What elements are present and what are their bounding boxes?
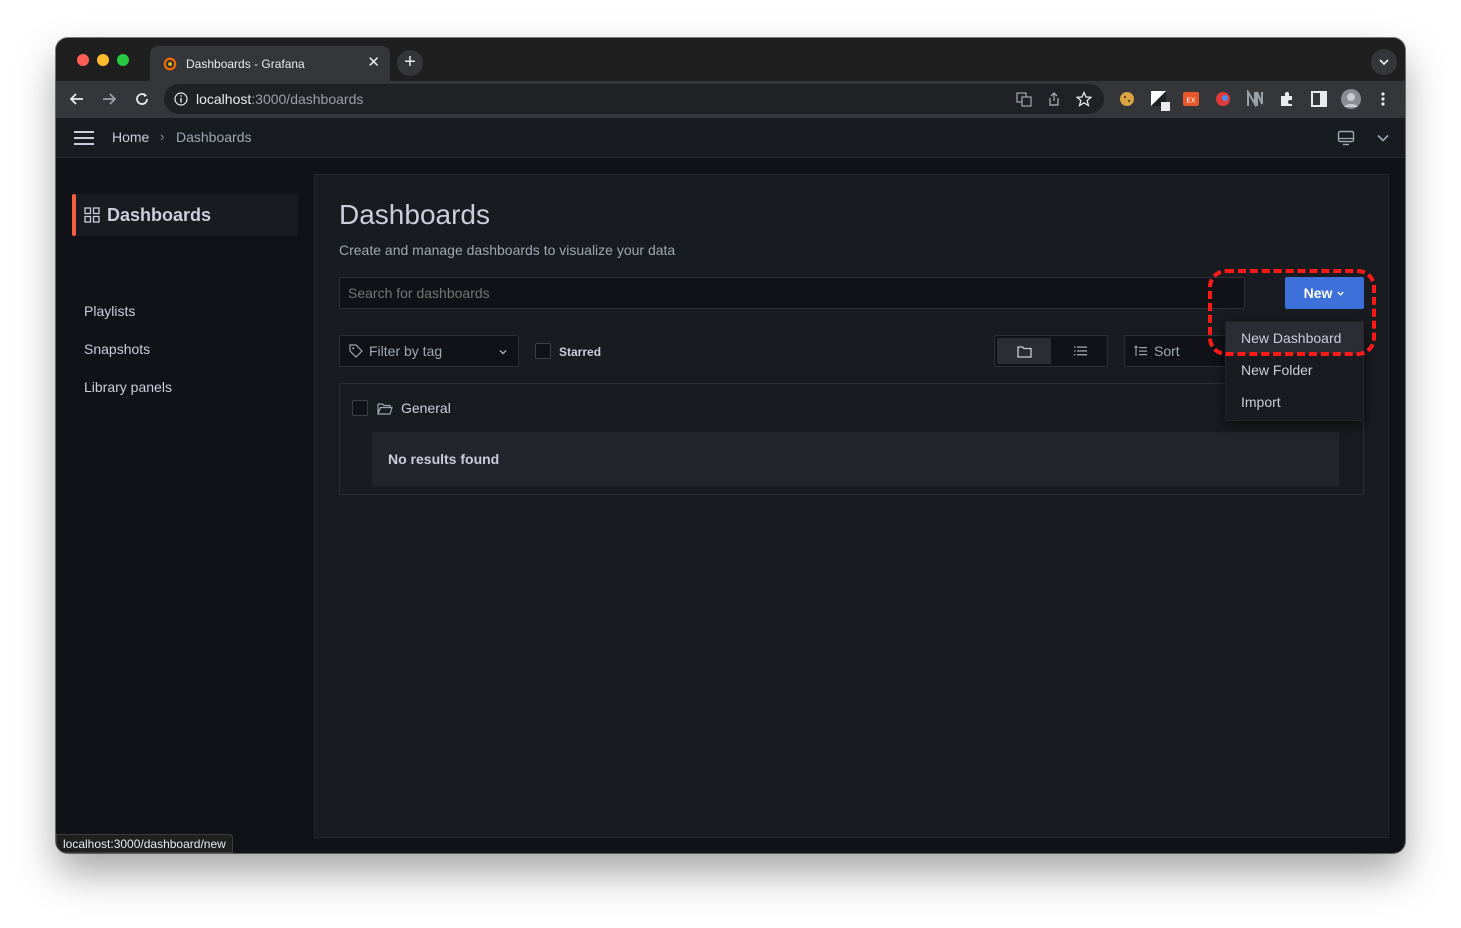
maximize-window-button[interactable] [117,54,129,66]
search-results: General No results found [339,383,1364,495]
sidebar-item-dashboards[interactable]: Dashboards [72,194,298,236]
list-icon [1073,346,1087,356]
section-sidebar: Dashboards Playlists Snapshots Library p… [56,158,314,853]
kebab-menu-icon[interactable] [1374,90,1392,108]
sidebar-item-snapshots[interactable]: Snapshots [84,341,150,357]
chevron-down-icon [1379,59,1389,66]
svg-text:EX: EX [1186,97,1195,105]
minimize-window-button[interactable] [97,54,109,66]
tv-mode-icon[interactable] [1337,130,1355,146]
sidebar-item-library-panels[interactable]: Library panels [84,379,172,395]
folder-open-icon [377,403,393,415]
hamburger-menu-icon[interactable] [74,130,94,146]
page-subtitle: Create and manage dashboards to visualiz… [339,242,676,258]
empty-state-message: No results found [388,451,500,467]
browser-window: Dashboards - Grafana ✕ + localhost:3000/… [56,38,1405,853]
grafana-logo-icon [162,56,178,72]
shield-extension-icon[interactable] [1214,90,1232,108]
ex-extension-icon[interactable]: EX [1182,90,1200,108]
sort-icon [1134,345,1147,356]
folder-name-general[interactable]: General [401,400,451,416]
annotation-highlight [1208,269,1376,356]
dashboards-main-panel: Dashboards Create and manage dashboards … [314,174,1389,838]
tab-title: Dashboards - Grafana [186,56,305,71]
folder-icon [1016,345,1032,358]
folder-view-button[interactable] [997,338,1051,364]
translate-icon[interactable] [1016,91,1032,107]
forward-arrow-icon[interactable] [100,90,118,108]
breadcrumb-current: Dashboards [176,129,252,145]
status-bar-url: localhost:3000/dashboard/new [56,834,233,853]
breadcrumb-home[interactable]: Home [112,129,149,145]
address-bar[interactable]: localhost:3000/dashboards [164,84,1104,114]
view-mode-toggle [994,335,1108,367]
starred-checkbox[interactable] [535,343,551,359]
tab-search-button[interactable] [1371,49,1397,75]
sidebar-active-label: Dashboards [107,204,212,225]
url-host: localhost [196,91,252,107]
filter-by-tag-placeholder: Filter by tag [369,343,443,359]
side-panel-icon[interactable] [1310,90,1328,108]
folder-select-checkbox[interactable] [352,400,368,416]
menu-item-new-folder[interactable]: New Folder [1226,354,1363,386]
tab-close-icon[interactable]: ✕ [367,54,380,72]
puzzle-extensions-icon[interactable] [1278,90,1296,108]
browser-tab-grafana[interactable]: Dashboards - Grafana ✕ [150,46,390,81]
new-tab-button[interactable]: + [397,50,423,76]
page-title: Dashboards [339,199,490,230]
tag-icon [349,344,363,358]
cookie-extension-icon[interactable] [1118,90,1136,108]
filter-by-tag-select[interactable]: Filter by tag [339,335,519,367]
chevron-down-icon [499,350,507,355]
close-window-button[interactable] [77,54,89,66]
info-icon[interactable] [174,92,188,106]
starred-label: Starred [559,345,602,359]
list-view-button[interactable] [1053,338,1107,364]
profile-avatar[interactable] [1340,88,1362,110]
menu-item-import[interactable]: Import [1226,386,1363,418]
search-input[interactable] [339,277,1245,309]
share-icon[interactable] [1046,91,1062,107]
breadcrumb-separator: › [160,129,165,144]
grid-icon [84,207,100,223]
chevron-down-icon[interactable] [1377,132,1389,144]
sidebar-item-playlists[interactable]: Playlists [84,303,135,319]
grafana-top-nav: Home › Dashboards [56,118,1405,158]
reload-icon[interactable] [133,90,151,108]
url-path: :3000/dashboards [251,91,364,107]
n-extension-icon[interactable] [1246,88,1264,108]
bookmark-star-icon[interactable] [1076,91,1092,107]
tab-strip: Dashboards - Grafana ✕ + [56,38,1405,81]
contrast-extension-icon[interactable] [1150,90,1170,111]
empty-state: No results found [372,432,1339,486]
back-arrow-icon[interactable] [68,90,86,108]
browser-toolbar: localhost:3000/dashboards EX [56,81,1405,118]
sort-label: Sort [1154,343,1180,359]
